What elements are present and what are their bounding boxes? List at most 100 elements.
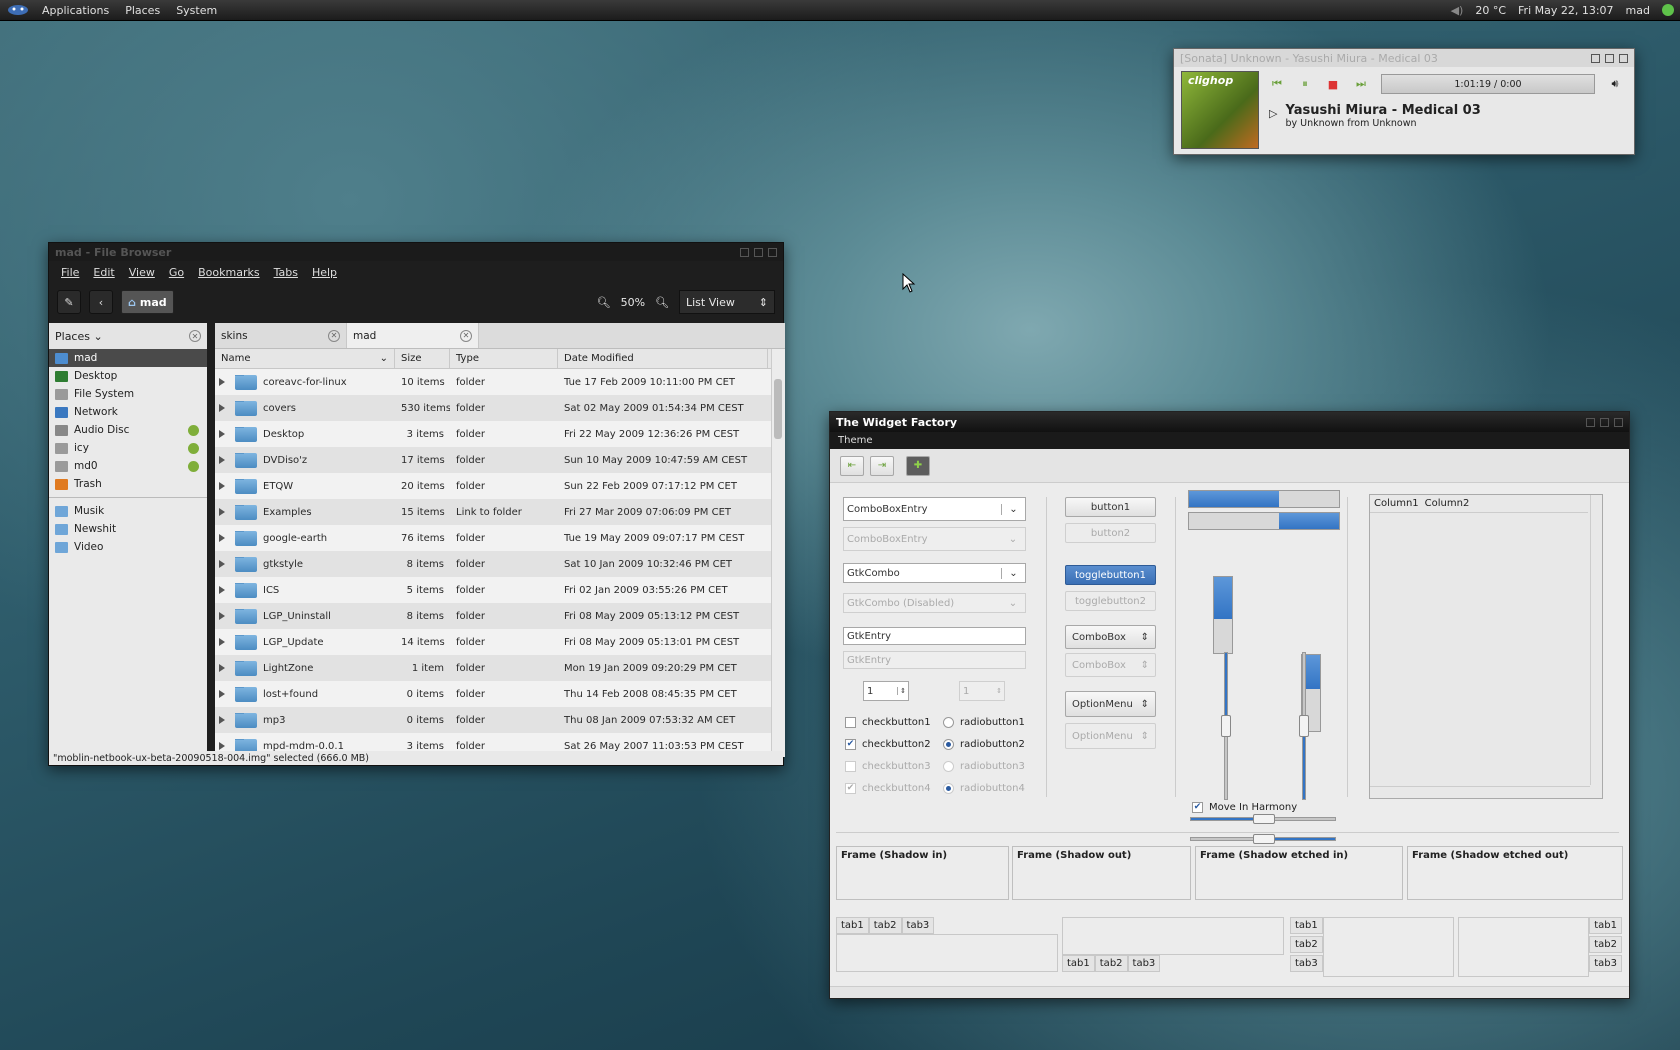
tab-2[interactable]: tab2 xyxy=(868,917,902,934)
maximize-button[interactable] xyxy=(1605,53,1614,63)
expander-icon[interactable] xyxy=(219,612,227,620)
expander-icon[interactable] xyxy=(219,690,227,698)
sidebar-item-icy[interactable]: icy xyxy=(49,439,207,457)
slider-knob[interactable] xyxy=(1299,715,1309,737)
menu-applications[interactable]: Applications xyxy=(34,4,117,17)
places-header[interactable]: Places ⌄ ✕ xyxy=(49,323,207,349)
clock[interactable]: Fri May 22, 13:07 xyxy=(1518,4,1614,17)
table-row[interactable]: LGP_Uninstall 8 items folder Fri 08 May 200… xyxy=(215,603,771,629)
menu-help[interactable]: Help xyxy=(306,266,343,279)
expander-icon[interactable] xyxy=(219,638,227,646)
zoom-in-icon[interactable]: 🔍︎ xyxy=(655,296,669,309)
table-row[interactable]: gtkstyle 8 items folder Sat 10 Jan 2009 10:… xyxy=(215,551,771,577)
table-row[interactable]: Examples 15 items Link to folder Fri 27 Mar… xyxy=(215,499,771,525)
temperature-label[interactable]: 20 °C xyxy=(1475,4,1506,17)
tree-view[interactable]: Column1 Column2 xyxy=(1369,494,1603,799)
tab-3[interactable]: tab3 xyxy=(1127,955,1161,972)
expander-icon[interactable] xyxy=(219,456,227,464)
tab-mad[interactable]: mad ✕ xyxy=(347,323,479,348)
gtk-combo[interactable]: GtkCombo ⌄ xyxy=(843,563,1026,583)
scroll-thumb[interactable] xyxy=(774,379,782,439)
close-tab-icon[interactable]: ✕ xyxy=(460,329,472,342)
close-button[interactable] xyxy=(1614,417,1623,427)
hscale[interactable] xyxy=(1190,814,1336,824)
location-toggle-button[interactable]: ✎ xyxy=(57,290,81,314)
close-sidebar-icon[interactable]: ✕ xyxy=(189,330,201,342)
go-last-button[interactable]: ⇥ xyxy=(870,455,894,476)
add-button[interactable]: ✚ xyxy=(906,455,930,476)
sidebar-item-file-system[interactable]: File System xyxy=(49,385,207,403)
volume-icon[interactable]: 🔊︎ xyxy=(1607,76,1623,92)
table-row[interactable]: mp3 0 items folder Thu 08 Jan 2009 07:53:32… xyxy=(215,707,771,733)
close-button[interactable] xyxy=(768,247,777,257)
file-browser-titlebar[interactable]: mad - File Browser xyxy=(49,243,783,261)
slider-knob[interactable] xyxy=(1221,715,1231,737)
expander-icon[interactable] xyxy=(219,404,227,412)
minimize-button[interactable] xyxy=(1591,53,1600,63)
expand-icon[interactable]: ▷ xyxy=(1269,107,1277,120)
table-row[interactable]: ETQW 20 items folder Sun 22 Feb 2009 07:17:… xyxy=(215,473,771,499)
vscale-2[interactable] xyxy=(1299,652,1309,800)
menu-view[interactable]: View xyxy=(123,266,161,279)
chevron-down-icon[interactable]: ⌄ xyxy=(1001,567,1025,579)
vertical-scrollbar[interactable] xyxy=(771,349,785,757)
previous-track-icon[interactable]: ⏮ xyxy=(1269,76,1285,92)
tab-1[interactable]: tab1 xyxy=(1290,917,1323,934)
tab-1[interactable]: tab1 xyxy=(1062,955,1095,972)
eject-icon[interactable] xyxy=(188,442,199,454)
close-button[interactable] xyxy=(1619,53,1628,63)
expander-icon[interactable] xyxy=(219,430,227,438)
back-button[interactable]: ‹ xyxy=(89,290,113,314)
minimize-button[interactable] xyxy=(1586,417,1595,427)
pause-icon[interactable]: ⏸ xyxy=(1297,76,1313,92)
maximize-button[interactable] xyxy=(1600,417,1609,427)
radio-selected[interactable] xyxy=(943,738,954,750)
expander-icon[interactable] xyxy=(219,508,227,516)
table-row[interactable]: google-earth 76 items folder Tue 19 May 200… xyxy=(215,525,771,551)
table-row[interactable]: lost+found 0 items folder Thu 14 Feb 2008 0… xyxy=(215,681,771,707)
column-header-1[interactable]: Column1 xyxy=(1374,498,1419,509)
menu-bookmarks[interactable]: Bookmarks xyxy=(192,266,265,279)
widget-factory-titlebar[interactable]: The Widget Factory xyxy=(830,412,1629,432)
expander-icon[interactable] xyxy=(219,664,227,672)
spin-button[interactable]: 1 ⇕ xyxy=(863,681,909,701)
next-track-icon[interactable]: ⏭ xyxy=(1353,76,1369,92)
spin-arrows-icon[interactable]: ⇕ xyxy=(897,687,908,695)
hscale-2[interactable] xyxy=(1190,834,1336,844)
sidebar-item-mad[interactable]: mad xyxy=(49,349,207,367)
vertical-scrollbar[interactable] xyxy=(1590,495,1602,785)
column-name[interactable]: Name ⌄ xyxy=(215,349,395,368)
sidebar-item-network[interactable]: Network xyxy=(49,403,207,421)
checkbox-checked[interactable]: ✔ xyxy=(1192,802,1203,813)
column-date[interactable]: Date Modified xyxy=(558,349,768,368)
volume-icon[interactable]: ◀) xyxy=(1451,4,1464,17)
togglebutton1[interactable]: togglebutton1 xyxy=(1065,565,1156,585)
status-icon[interactable] xyxy=(1662,4,1674,16)
menu-go[interactable]: Go xyxy=(163,266,190,279)
sidebar-item-md0[interactable]: md0 xyxy=(49,457,207,475)
table-row[interactable]: LGP_Update 14 items folder Fri 08 May 2009 … xyxy=(215,629,771,655)
breadcrumb[interactable]: ⌂ mad xyxy=(121,290,174,314)
bookmark-item[interactable]: Musik xyxy=(49,502,207,520)
checkbutton1[interactable]: checkbutton1 xyxy=(845,711,943,733)
distro-logo-icon[interactable] xyxy=(0,2,34,19)
table-row[interactable]: ICS 5 items folder Fri 02 Jan 2009 03:55:26… xyxy=(215,577,771,603)
combobox-entry[interactable]: ComboBoxEntry ⌄ xyxy=(843,497,1026,521)
tab-1[interactable]: tab1 xyxy=(1589,917,1622,934)
minimize-button[interactable] xyxy=(740,247,749,257)
tab-3[interactable]: tab3 xyxy=(1290,955,1323,972)
sidebar-item-trash[interactable]: Trash xyxy=(49,475,207,493)
eject-icon[interactable] xyxy=(188,424,199,436)
column-type[interactable]: Type xyxy=(450,349,558,368)
expander-icon[interactable] xyxy=(219,742,227,750)
tab-skins[interactable]: skins ✕ xyxy=(215,323,347,348)
combobox[interactable]: ComboBox ⇕ xyxy=(1065,625,1156,649)
column-header-2[interactable]: Column2 xyxy=(1425,498,1470,509)
move-in-harmony[interactable]: ✔ Move In Harmony xyxy=(1192,802,1297,813)
menu-file[interactable]: File xyxy=(55,266,85,279)
tab-1[interactable]: tab1 xyxy=(836,917,869,934)
expander-icon[interactable] xyxy=(219,716,227,724)
chevron-down-icon[interactable]: ⌄ xyxy=(1001,503,1025,515)
menu-theme[interactable]: Theme xyxy=(838,435,873,446)
album-art[interactable]: clighop xyxy=(1181,71,1259,149)
